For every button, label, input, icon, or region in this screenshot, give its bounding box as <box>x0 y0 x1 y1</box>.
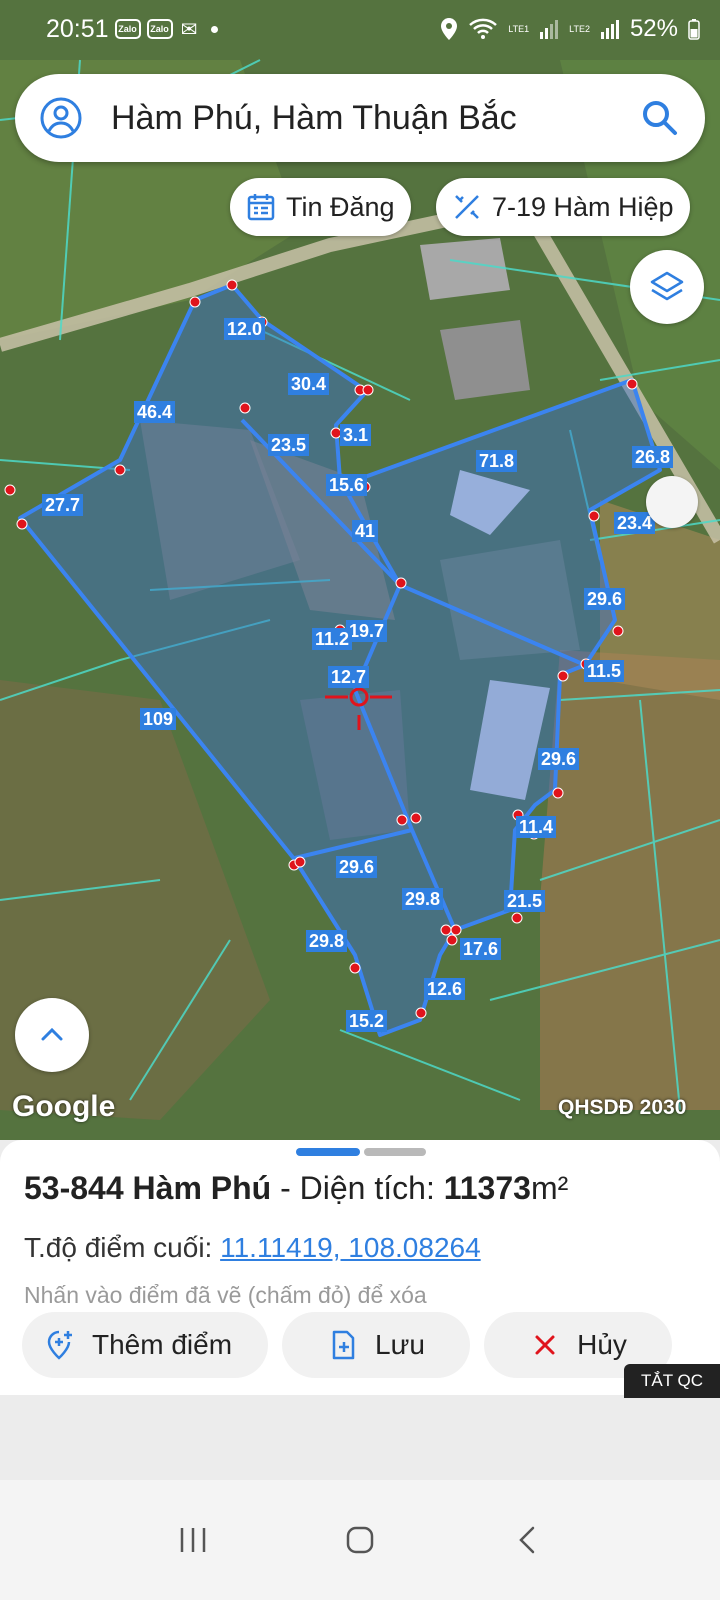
zalo-icon: Zalo <box>114 19 141 39</box>
parcel-id: 53-844 Hàm Phú <box>24 1170 272 1206</box>
zalo-icon: Zalo <box>146 19 173 39</box>
measure-label: 19.7 <box>346 620 388 642</box>
coordinate-line: T.độ điểm cuối: 11.11419, 108.08264 <box>24 1232 481 1264</box>
notification-dot-icon <box>211 25 219 33</box>
measure-label: 29.6 <box>584 588 626 610</box>
measure-label: 46.4 <box>134 401 176 423</box>
ruler-pencil-icon <box>455 195 479 219</box>
measure-label: 11.4 <box>516 816 557 838</box>
map-view[interactable]: 12.0 30.4 46.4 23.5 3.1 71.8 26.8 15.6 2… <box>0 0 720 1140</box>
chevron-up-icon <box>41 1027 63 1041</box>
signal-icon <box>600 20 619 39</box>
measure-label: 27.7 <box>42 494 84 516</box>
close-icon <box>535 1335 555 1355</box>
area-label: - Diện tích: <box>271 1170 444 1206</box>
measure-label: 29.6 <box>538 748 580 770</box>
battery-icon <box>688 19 700 40</box>
measure-label: 23.5 <box>268 434 310 456</box>
map-layer-label: QHSDĐ 2030 <box>558 1096 687 1119</box>
coord-link[interactable]: 11.11419, 108.08264 <box>220 1232 481 1263</box>
measure-label: 26.8 <box>632 446 674 468</box>
wifi-icon <box>469 18 498 39</box>
measure-label: 29.8 <box>306 930 348 952</box>
add-location-icon <box>47 1330 72 1360</box>
back-button[interactable] <box>497 1510 557 1570</box>
google-logo: Google <box>12 1090 116 1123</box>
ad-off-button[interactable]: TẮT QC <box>624 1364 720 1398</box>
layers-icon <box>650 271 684 301</box>
cancel-label: Hủy <box>577 1329 627 1360</box>
measure-label: 15.2 <box>346 1010 388 1032</box>
area-value: 11373 <box>443 1170 531 1206</box>
location-icon <box>441 18 458 40</box>
measure-label: 21.5 <box>504 890 546 912</box>
battery-percent: 52% <box>629 15 678 42</box>
search-icon[interactable] <box>641 99 679 137</box>
lte2-label: LTE2 <box>569 24 590 34</box>
account-icon[interactable] <box>39 96 83 140</box>
layers-button[interactable] <box>630 250 704 324</box>
save-label: Lưu <box>375 1329 425 1360</box>
measure-label: 11.2 <box>312 628 353 650</box>
measure-label: 17.6 <box>460 938 502 960</box>
add-point-button[interactable]: Thêm điểm <box>22 1312 268 1378</box>
map-drawing[interactable] <box>0 0 720 1140</box>
measure-label: 3.1 <box>340 424 372 446</box>
measure-label: 12.6 <box>424 978 466 1000</box>
bottom-sheet: 53-844 Hàm Phú - Diện tích: 11373m² T.độ… <box>0 1140 720 1395</box>
measure-label: 109 <box>140 708 177 730</box>
tin-dang-label: Tin Đăng <box>286 191 395 222</box>
measure-label: 12.7 <box>328 666 370 688</box>
measure-label: 15.6 <box>326 474 368 496</box>
save-button[interactable]: Lưu <box>282 1312 470 1378</box>
measure-label: 11.5 <box>584 660 625 682</box>
hint-text: Nhấn vào điểm đã vẽ (chấm đỏ) để xóa <box>24 1282 427 1308</box>
recent-apps-button[interactable] <box>163 1510 223 1570</box>
recent-apps-icon <box>181 1528 206 1552</box>
lte1-label: LTE1 <box>508 24 530 34</box>
add-point-label: Thêm điểm <box>92 1329 233 1360</box>
measure-label: 12.0 <box>224 318 266 340</box>
expand-button[interactable] <box>15 998 89 1072</box>
search-text[interactable]: Hàm Phú, Hàm Thuận Bắc <box>111 99 641 138</box>
measure-label: 41 <box>352 520 379 542</box>
tin-dang-chip[interactable]: Tin Đăng <box>230 178 411 236</box>
back-icon <box>518 1526 534 1554</box>
coord-label: T.độ điểm cuối: <box>24 1232 221 1263</box>
search-bar[interactable]: Hàm Phú, Hàm Thuận Bắc <box>15 74 705 162</box>
area-unit: m² <box>530 1170 569 1206</box>
parcel-title: 53-844 Hàm Phú - Diện tích: 11373m² <box>24 1170 568 1207</box>
sheet-handle-active[interactable] <box>296 1148 360 1156</box>
add-file-icon <box>332 1330 355 1360</box>
measure-label: 29.6 <box>336 856 378 878</box>
floating-handle[interactable] <box>646 476 698 528</box>
calendar-icon <box>247 194 275 221</box>
measure-label: 71.8 <box>476 450 518 472</box>
signal-icon <box>540 20 559 39</box>
status-bar: 20:51 Zalo Zalo ✉ LTE1 LTE2 52% <box>0 0 720 58</box>
sheet-handle[interactable] <box>364 1148 426 1156</box>
ham-hiep-label: 7-19 Hàm Hiệp <box>492 191 674 222</box>
home-icon <box>346 1526 374 1554</box>
home-button[interactable] <box>330 1510 390 1570</box>
measure-label: 30.4 <box>288 373 330 395</box>
status-time: 20:51 <box>46 14 109 43</box>
messenger-icon: ✉ <box>180 18 198 41</box>
ham-hiep-chip[interactable]: 7-19 Hàm Hiệp <box>436 178 690 236</box>
measure-label: 29.8 <box>402 888 444 910</box>
system-nav-bar <box>0 1480 720 1600</box>
